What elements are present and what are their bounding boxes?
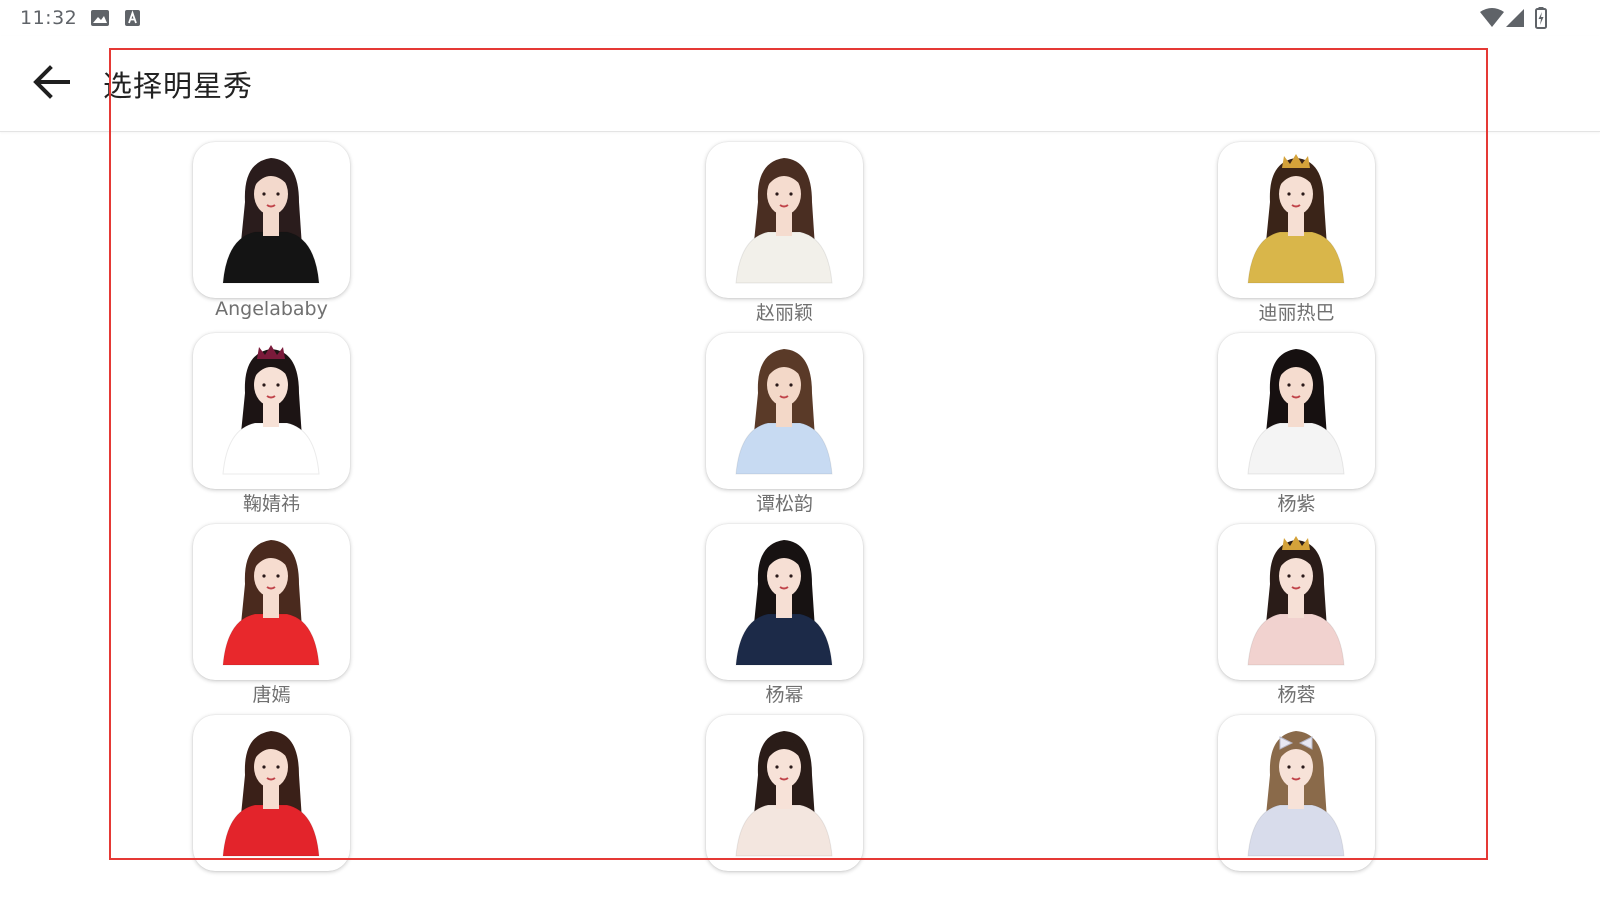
- celebrity-item[interactable]: 迪丽热巴: [1188, 132, 1408, 325]
- portrait-image: [1247, 349, 1345, 475]
- celebrity-name[interactable]: 鞠婧祎: [163, 489, 380, 516]
- celebrity-avatar-card[interactable]: [193, 715, 350, 871]
- celebrity-avatar-card[interactable]: [193, 142, 350, 298]
- celebrity-avatar-card[interactable]: [706, 524, 863, 680]
- celebrity-avatar-card[interactable]: [1218, 142, 1375, 298]
- celebrity-item[interactable]: 杨紫: [1188, 323, 1408, 516]
- celebrity-name[interactable]: 谭松韵: [676, 489, 893, 516]
- celebrity-name[interactable]: 杨蓉: [1188, 680, 1405, 707]
- image-icon: [90, 9, 109, 27]
- portrait-image: [222, 345, 320, 475]
- portrait-image: [222, 540, 320, 666]
- portrait-image: [1247, 536, 1345, 666]
- portrait-image: [735, 158, 833, 284]
- celebrity-avatar-card[interactable]: [706, 142, 863, 298]
- celebrity-avatar-card[interactable]: [706, 333, 863, 489]
- celebrity-name[interactable]: 杨幂: [676, 680, 893, 707]
- app-bar: 选择明星秀: [0, 36, 1600, 132]
- portrait-image: [735, 731, 833, 857]
- celebrity-name[interactable]: 迪丽热巴: [1188, 298, 1405, 325]
- celebrity-item[interactable]: 杨幂: [676, 514, 896, 707]
- portrait-image: [222, 731, 320, 857]
- arrow-left-icon: [26, 65, 82, 110]
- wifi-icon: [1480, 8, 1504, 27]
- portrait-image: [1247, 154, 1345, 284]
- celebrity-name[interactable]: 赵丽颖: [676, 298, 893, 325]
- celebrity-name[interactable]: 杨紫: [1188, 489, 1405, 516]
- portrait-image: [735, 540, 833, 666]
- celebrity-item[interactable]: 赵丽颖: [676, 132, 896, 325]
- celebrity-avatar-card[interactable]: [1218, 333, 1375, 489]
- celebrity-item[interactable]: 谭松韵: [676, 323, 896, 516]
- celebrity-item[interactable]: [1188, 705, 1408, 895]
- celebrity-name[interactable]: 唐嫣: [163, 680, 380, 707]
- celebrity-avatar-card[interactable]: [1218, 715, 1375, 871]
- celebrity-item[interactable]: 唐嫣: [163, 514, 383, 707]
- celebrity-avatar-card[interactable]: [1218, 524, 1375, 680]
- celebrity-avatar-card[interactable]: [193, 524, 350, 680]
- celebrity-grid: Angelababy 赵丽颖 迪丽热巴 鞠婧祎 谭松韵 杨紫 唐嫣 杨幂 杨蓉: [0, 132, 1600, 900]
- celebrity-item[interactable]: [163, 705, 383, 895]
- celebrity-item[interactable]: 杨蓉: [1188, 514, 1408, 707]
- celebrity-item[interactable]: 鞠婧祎: [163, 323, 383, 516]
- status-bar: 11:32: [0, 0, 1600, 36]
- celebrity-item[interactable]: [676, 705, 896, 895]
- page-title: 选择明星秀: [103, 69, 254, 103]
- portrait-image: [222, 158, 320, 284]
- status-time: 11:32: [20, 7, 78, 29]
- back-button[interactable]: [26, 58, 82, 106]
- text-a-icon: [124, 9, 142, 27]
- celebrity-avatar-card[interactable]: [706, 715, 863, 871]
- celebrity-item[interactable]: Angelababy: [163, 132, 383, 322]
- celebrity-name[interactable]: Angelababy: [163, 298, 380, 320]
- portrait-image: [735, 349, 833, 475]
- portrait-image: [1247, 731, 1345, 857]
- celebrity-avatar-card[interactable]: [193, 333, 350, 489]
- battery-charging-icon: [1535, 7, 1553, 29]
- signal-icon: [1506, 9, 1524, 27]
